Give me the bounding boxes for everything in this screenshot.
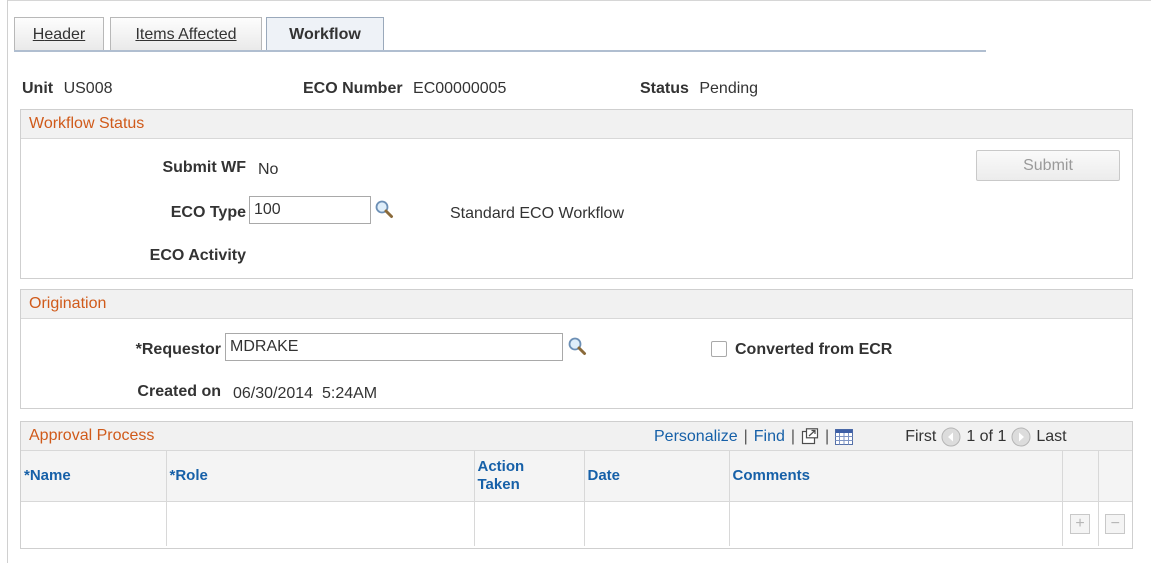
tab-header-label: eader <box>44 25 86 43</box>
column-add <box>1062 451 1099 502</box>
new-window-icon[interactable] <box>801 427 819 446</box>
converted-from-ecr-label: Converted from ECR <box>735 341 893 358</box>
grid-toolbar: Personalize | Find | | First 1 of 1 Last <box>654 422 1067 451</box>
origination-group: Origination *Requestor Converted from EC… <box>20 289 1133 409</box>
origination-header: Origination <box>21 290 1132 319</box>
eco-type-lookup-icon[interactable] <box>374 199 394 219</box>
eco-type-description: Standard ECO Workflow <box>450 205 624 222</box>
approval-process-grid: Approval Process Personalize | Find | | … <box>20 421 1133 549</box>
eco-type-input[interactable] <box>249 196 371 224</box>
workflow-status-group: Workflow Status Submit WF No Submit ECO … <box>20 109 1133 279</box>
previous-row-icon[interactable] <box>941 427 961 447</box>
eco-number-field: ECO Number EC00000005 <box>303 80 506 98</box>
submit-wf-label: Submit WF <box>162 159 246 176</box>
toolbar-separator: | <box>743 427 748 445</box>
unit-value: US008 <box>63 80 113 97</box>
page-left-border <box>7 0 8 563</box>
nav-last-label: Last <box>1036 427 1067 445</box>
delete-row-button[interactable]: − <box>1105 513 1126 534</box>
requestor-input[interactable] <box>225 333 563 361</box>
submit-button[interactable]: Submit <box>976 150 1120 181</box>
row-range-label: 1 of 1 <box>966 427 1007 445</box>
requestor-lookup-icon[interactable] <box>567 336 587 356</box>
status-value: Pending <box>699 80 759 97</box>
tab-header[interactable]: Header <box>14 17 104 51</box>
status-label: Status <box>640 80 689 97</box>
tab-workflow[interactable]: Workflow <box>266 17 384 52</box>
status-field: Status Pending <box>640 80 758 98</box>
approval-table: *Name *Role Action Taken Date Comments +… <box>21 451 1132 546</box>
requestor-label: *Requestor <box>135 341 221 358</box>
tab-items-affected-label: tems Affected <box>139 25 237 43</box>
unit-field: Unit US008 <box>22 80 112 98</box>
eco-activity-label: ECO Activity <box>149 247 246 264</box>
converted-from-ecr-checkbox[interactable] <box>711 341 727 357</box>
tab-header-accel: H <box>32 25 45 43</box>
cell-role[interactable] <box>166 501 475 546</box>
column-name: *Name <box>21 451 167 502</box>
column-action-taken-line1: Action <box>477 457 525 475</box>
cell-date <box>584 501 730 546</box>
column-comments: Comments <box>729 451 1063 502</box>
created-on-label: Created on <box>137 383 221 400</box>
next-row-icon[interactable] <box>1011 427 1031 447</box>
page-top-border <box>7 0 1151 1</box>
find-link[interactable]: Find <box>754 428 785 446</box>
eco-type-label: ECO Type <box>170 204 246 221</box>
column-date: Date <box>584 451 730 502</box>
column-delete <box>1098 451 1132 502</box>
created-on-value: 06/30/2014 5:24AM <box>233 385 378 402</box>
tab-workflow-label: Workflow <box>289 26 361 43</box>
approval-table-header-row: *Name *Role Action Taken Date Comments <box>21 451 1132 502</box>
cell-name[interactable] <box>21 501 167 546</box>
column-action-taken-line2: Taken <box>477 475 520 493</box>
add-row-button[interactable]: + <box>1070 513 1090 534</box>
personalize-link[interactable]: Personalize <box>654 428 738 446</box>
submit-wf-value: No <box>258 161 279 178</box>
unit-label: Unit <box>22 80 54 97</box>
workflow-status-header: Workflow Status <box>21 110 1132 139</box>
column-action-taken: Action Taken <box>474 451 585 502</box>
tab-underline <box>14 50 986 52</box>
cell-delete: − <box>1098 501 1132 546</box>
toolbar-separator: | <box>790 427 796 445</box>
cell-action-taken <box>474 501 585 546</box>
eco-number-label: ECO Number <box>303 80 403 97</box>
tab-items-affected[interactable]: Items Affected <box>110 17 262 51</box>
column-role: *Role <box>166 451 475 502</box>
cell-comments <box>729 501 1063 546</box>
download-grid-icon[interactable] <box>835 428 854 445</box>
toolbar-separator: | <box>825 427 830 445</box>
nav-first-label: First <box>905 427 937 445</box>
eco-number-value: EC00000005 <box>413 80 507 97</box>
cell-add: + <box>1062 501 1099 546</box>
table-row: + − <box>21 501 1132 546</box>
